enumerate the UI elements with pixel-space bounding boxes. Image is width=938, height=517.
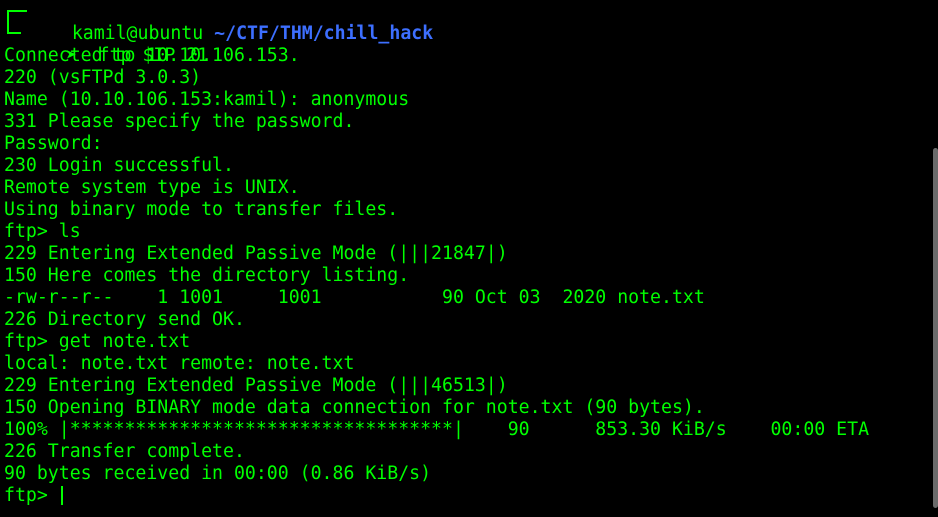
output-line: -rw-r--r-- 1 1001 1001 90 Oct 03 2020 no… [4,287,705,308]
prompt-dash [19,10,27,12]
active-prompt[interactable]: ftp> [4,485,63,507]
text-cursor [60,486,63,505]
output-line: 150 Here comes the directory listing. [4,265,410,286]
active-prompt-text: ftp> [4,485,59,506]
output-line: 90 bytes received in 00:00 (0.86 KiB/s) [4,463,432,484]
output-line: Password: [4,133,103,154]
output-line: Connected to 10.10.106.153. [4,45,300,66]
output-line: ftp> ls [4,221,81,242]
prompt-line: kamil@ubuntu ~/CTF/THM/chill_hack [28,1,433,44]
terminal-window[interactable]: kamil@ubuntu ~/CTF/THM/chill_hack ➤ ftp … [0,0,938,517]
output-line: local: note.txt remote: note.txt [4,353,355,374]
output-line: 150 Opening BINARY mode data connection … [4,397,705,418]
output-line: 331 Please specify the password. [4,111,355,132]
output-line: Name (10.10.106.153:kamil): anonymous [4,89,410,110]
prompt-corner-bottom [7,20,21,34]
output-line: ftp> get note.txt [4,331,191,352]
progress-line: 100% |**********************************… [4,419,870,440]
output-line: 220 (vsFTPd 3.0.3) [4,67,202,88]
command-line: ➤ ftp $IP 21 [22,23,208,66]
scrollbar[interactable] [933,148,938,508]
output-line: 229 Entering Extended Passive Mode (|||2… [4,243,508,264]
output-line: 226 Transfer complete. [4,441,245,462]
output-line: 226 Directory send OK. [4,309,245,330]
output-line: 230 Login successful. [4,155,234,176]
output-line: Remote system type is UNIX. [4,177,300,198]
output-line: 229 Entering Extended Passive Mode (|||4… [4,375,508,396]
prompt-path: ~/CTF/THM/chill_hack [214,23,434,44]
output-line: Using binary mode to transfer files. [4,199,399,220]
